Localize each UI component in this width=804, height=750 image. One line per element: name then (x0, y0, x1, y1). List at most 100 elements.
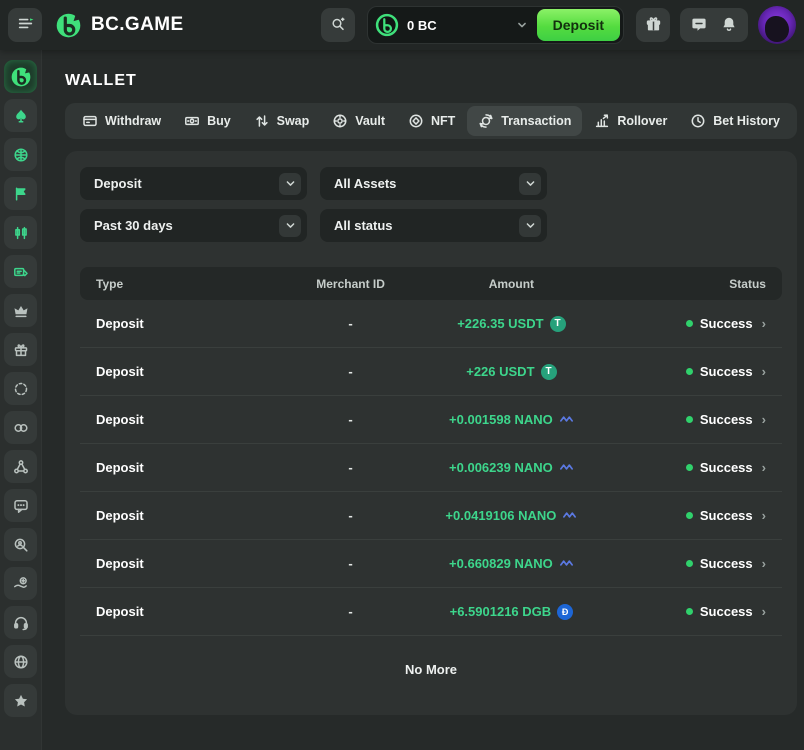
sidebar-item-support[interactable] (4, 606, 37, 639)
sidebar-item-casino[interactable] (4, 99, 37, 132)
sidebar-item-lottery[interactable] (4, 255, 37, 288)
notification-group (680, 8, 748, 42)
dropdown-value: All status (334, 218, 393, 233)
notifications-button[interactable] (714, 8, 744, 42)
usdt-coin-icon: T (550, 316, 566, 332)
tab-nft[interactable]: NFT (397, 106, 466, 136)
row-merchant-id: - (270, 316, 431, 331)
sidebar-item-affiliate[interactable] (4, 450, 37, 483)
chevron-right-icon[interactable]: › (762, 412, 766, 427)
sidebar-item-favorites[interactable] (4, 684, 37, 717)
rewards-icon (13, 576, 29, 592)
chevron-right-icon[interactable]: › (762, 460, 766, 475)
tab-label: NFT (431, 114, 455, 128)
deposit-button[interactable]: Deposit (537, 9, 620, 41)
sidebar-item-bonus[interactable] (4, 372, 37, 405)
tab-rollover[interactable]: Rollover (583, 106, 678, 136)
search-icon (330, 16, 346, 35)
dropdown-value: Past 30 days (94, 218, 173, 233)
vault-icon (332, 113, 348, 129)
rollover-icon (594, 113, 610, 129)
sidebar-item-vip-club[interactable] (4, 411, 37, 444)
transaction-table: Type Merchant ID Amount Status Deposit-+… (80, 267, 782, 636)
tab-label: Swap (277, 114, 310, 128)
bc-game-logo[interactable]: BC.GAME (55, 12, 184, 39)
table-row[interactable]: Deposit-+6.5901216 DGB ĐSuccess› (80, 588, 782, 636)
chevron-right-icon[interactable]: › (762, 316, 766, 331)
date-range-dropdown[interactable]: Past 30 days (80, 209, 307, 242)
sidebar-item-forum[interactable] (4, 489, 37, 522)
sidebar-item-rewards[interactable] (4, 567, 37, 600)
bell-icon (721, 16, 737, 35)
row-status: Success› (592, 556, 766, 571)
user-avatar[interactable] (758, 6, 796, 44)
table-row[interactable]: Deposit-+0.006239 NANO Success› (80, 444, 782, 492)
row-merchant-id: - (270, 460, 431, 475)
search-button[interactable] (321, 8, 355, 42)
promotions-button[interactable] (636, 8, 670, 42)
filter-bar: Deposit All Assets Past 30 days All status (80, 167, 782, 242)
provably-fair-icon (13, 537, 29, 553)
affiliate-icon (13, 459, 29, 475)
table-body: Deposit-+226.35 USDT TSuccess›Deposit-+2… (80, 300, 782, 636)
status-dot (686, 608, 693, 615)
sidebar-item-language[interactable] (4, 645, 37, 678)
bc-coin-icon (375, 13, 399, 37)
table-header: Type Merchant ID Amount Status (80, 267, 782, 300)
row-amount: +6.5901216 DGB Đ (431, 604, 592, 620)
transaction-type-dropdown[interactable]: Deposit (80, 167, 307, 200)
tab-vault[interactable]: Vault (321, 106, 396, 136)
transaction-panel: DepositAll AssetsPast 30 daysAll status … (65, 151, 797, 715)
tab-transaction[interactable]: Transaction (467, 106, 582, 136)
menu-button[interactable] (8, 8, 42, 42)
sidebar-item-vip-crown[interactable] (4, 294, 37, 327)
table-row[interactable]: Deposit-+0.001598 NANO Success› (80, 396, 782, 444)
status-dropdown[interactable]: All status (320, 209, 547, 242)
tab-label: Bet History (713, 114, 780, 128)
usdt-coin-icon: T (541, 364, 557, 380)
sidebar-item-racing[interactable] (4, 177, 37, 210)
chevron-right-icon[interactable]: › (762, 364, 766, 379)
sidebar-item-provably-fair[interactable] (4, 528, 37, 561)
row-type: Deposit (96, 508, 270, 523)
racing-icon (13, 186, 29, 202)
dropdown-value: Deposit (94, 176, 142, 191)
row-status: Success› (592, 460, 766, 475)
swap-icon (254, 113, 270, 129)
row-status: Success› (592, 508, 766, 523)
row-type: Deposit (96, 412, 270, 427)
sidebar-item-trading[interactable] (4, 216, 37, 249)
chat-button[interactable] (684, 8, 714, 42)
wallet-tab-bar: WithdrawBuy Swap Vault NFT TransactionRollov… (65, 103, 797, 139)
status-dot (686, 560, 693, 567)
balance-widget[interactable]: 0 BC Deposit (367, 6, 624, 44)
bc-logo-icon (55, 12, 82, 39)
col-amount: Amount (431, 277, 592, 291)
tab-swap[interactable]: Swap (243, 106, 321, 136)
row-type: Deposit (96, 364, 270, 379)
asset-dropdown[interactable]: All Assets (320, 167, 547, 200)
chevron-down-icon[interactable] (515, 18, 529, 32)
chevron-right-icon[interactable]: › (762, 604, 766, 619)
chevron-right-icon[interactable]: › (762, 508, 766, 523)
table-row[interactable]: Deposit-+226 USDT TSuccess› (80, 348, 782, 396)
row-amount: +226.35 USDT T (431, 316, 592, 332)
row-amount: +0.660829 NANO (431, 556, 592, 571)
sidebar-item-sports[interactable] (4, 138, 37, 171)
sidebar-item-promotions-gift[interactable] (4, 333, 37, 366)
forum-icon (13, 498, 29, 514)
favorites-icon (13, 693, 29, 709)
tab-bet-history[interactable]: Bet History (679, 106, 791, 136)
table-row[interactable]: Deposit-+226.35 USDT TSuccess› (80, 300, 782, 348)
transaction-icon (478, 113, 494, 129)
table-row[interactable]: Deposit-+0.0419106 NANO Success› (80, 492, 782, 540)
chevron-right-icon[interactable]: › (762, 556, 766, 571)
tab-withdraw[interactable]: Withdraw (71, 106, 172, 136)
row-type: Deposit (96, 316, 270, 331)
sidebar-item-bc-logo[interactable] (4, 60, 37, 93)
row-status: Success› (592, 364, 766, 379)
chevron-down-icon (279, 215, 301, 237)
table-row[interactable]: Deposit-+0.660829 NANO Success› (80, 540, 782, 588)
tab-buy[interactable]: Buy (173, 106, 242, 136)
withdraw-icon (82, 113, 98, 129)
